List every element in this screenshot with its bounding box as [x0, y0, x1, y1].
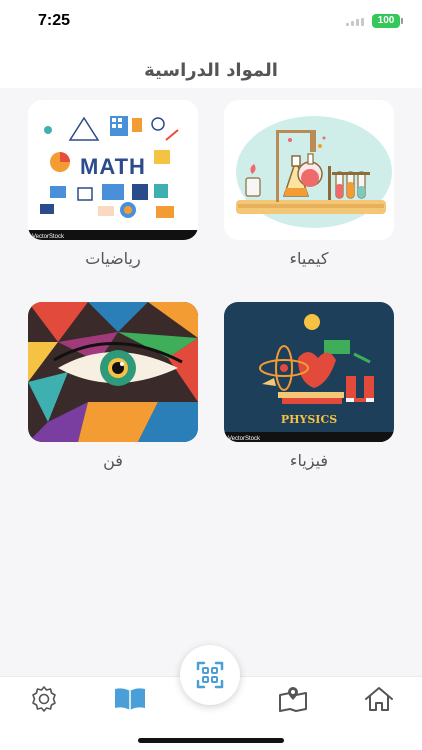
subject-label: فيزياء — [289, 451, 329, 470]
subject-card-math[interactable]: VectorStock MATH رياضيات — [28, 100, 198, 280]
subject-card-art[interactable]: فن — [28, 302, 198, 482]
subject-label: كيمياء — [289, 249, 329, 268]
signal-icon — [346, 18, 364, 26]
nav-map-book[interactable] — [275, 684, 311, 714]
subject-label: فن — [103, 451, 123, 470]
battery-icon: 100 — [372, 14, 400, 28]
home-icon — [365, 687, 393, 711]
status-bar: 7:25 100 — [0, 0, 422, 44]
watermark-text: VectorStock — [228, 436, 261, 442]
chemistry-illustration — [224, 100, 394, 240]
home-indicator — [138, 738, 284, 743]
book-icon — [115, 688, 145, 710]
subject-label: رياضيات — [85, 249, 141, 268]
math-illustration: VectorStock MATH — [28, 100, 198, 240]
watermark-text: VectorStock — [32, 234, 65, 240]
physics-illustration: VectorStock PHYSICS — [224, 302, 394, 442]
physics-image-text: PHYSICS — [281, 413, 337, 426]
page-title: المواد الدراسية — [144, 60, 278, 81]
battery-tip — [401, 18, 403, 24]
svg-text:MATH: MATH — [80, 154, 146, 179]
nav-home[interactable] — [361, 684, 397, 714]
nav-settings[interactable] — [26, 684, 62, 714]
art-eye-illustration — [28, 302, 198, 442]
nav-subjects[interactable] — [112, 684, 148, 714]
map-book-icon — [279, 687, 307, 712]
subject-card-chemistry[interactable]: كيمياء — [224, 100, 394, 280]
status-time: 7:25 — [38, 12, 71, 29]
scan-icon — [196, 661, 224, 689]
scan-button[interactable] — [180, 645, 240, 705]
subject-card-physics[interactable]: VectorStock PHYSICS فيزياء — [224, 302, 394, 482]
settings-icon — [32, 686, 56, 712]
